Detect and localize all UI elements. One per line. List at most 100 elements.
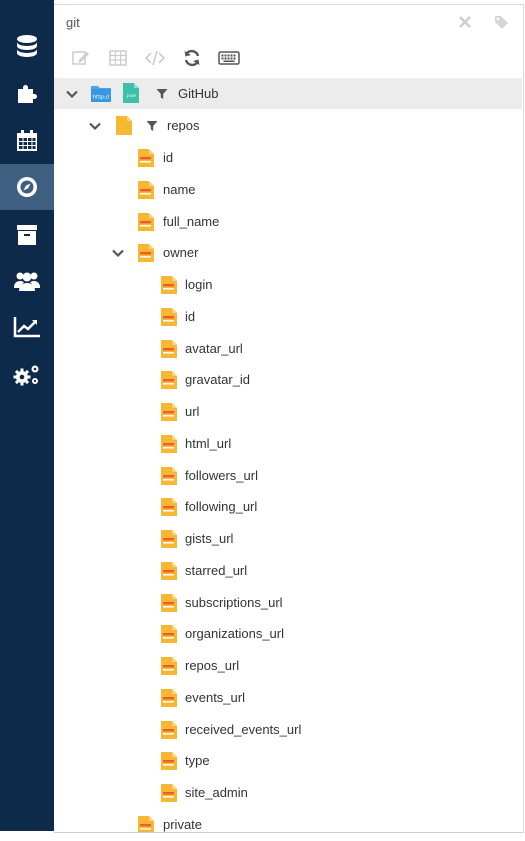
refresh-button[interactable] xyxy=(183,49,201,67)
tree-node-owner[interactable]: owner xyxy=(54,237,522,268)
tree-field-label: following_url xyxy=(185,499,258,514)
tree-field-row[interactable]: login xyxy=(54,269,522,300)
tree-field-row[interactable]: id xyxy=(54,142,522,173)
tree-field-label: login xyxy=(185,277,213,292)
gears-icon xyxy=(13,365,39,386)
field-icon xyxy=(161,689,177,707)
field-icon xyxy=(161,784,177,802)
tree-field-row[interactable]: avatar_url xyxy=(54,333,522,364)
tree-field-row[interactable]: received_events_url xyxy=(54,714,522,745)
tree-field-label: url xyxy=(185,404,200,419)
edit-button[interactable] xyxy=(72,49,90,67)
explorer-panel: git http:// .json GitHub repos id name f… xyxy=(54,4,524,833)
field-icon xyxy=(161,625,177,643)
nav-item-calendar[interactable] xyxy=(0,118,54,164)
field-icon xyxy=(138,244,154,262)
tree-field-row[interactable]: starred_url xyxy=(54,555,522,586)
tree-field-row[interactable]: gravatar_id xyxy=(54,364,522,395)
keyboard-button[interactable] xyxy=(218,49,240,67)
json-file-icon: .json xyxy=(123,83,139,103)
table-icon xyxy=(109,50,127,66)
tree-field-row[interactable]: site_admin xyxy=(54,777,522,808)
tree-field-label: id xyxy=(185,309,196,324)
field-icon xyxy=(161,594,177,612)
tree-field-label: gravatar_id xyxy=(185,372,251,387)
tree-field-label: starred_url xyxy=(185,563,248,578)
calendar-icon xyxy=(17,130,37,151)
archive-icon xyxy=(17,225,37,245)
object-file-icon xyxy=(116,116,132,135)
json-icon-text: .json xyxy=(126,93,137,99)
field-icon xyxy=(161,498,177,516)
field-icon xyxy=(138,181,154,199)
tree-field-label: full_name xyxy=(163,214,220,229)
tree-field-row[interactable]: subscriptions_url xyxy=(54,587,522,618)
field-icon xyxy=(161,276,177,294)
field-icon xyxy=(138,213,154,231)
field-icon xyxy=(161,467,177,485)
field-icon xyxy=(138,149,154,167)
chevron-down-icon[interactable] xyxy=(65,87,79,101)
http-icon-text: http:// xyxy=(93,95,110,101)
tree-field-row[interactable]: name xyxy=(54,174,522,205)
filter-icon[interactable] xyxy=(146,120,158,132)
chevron-down-icon[interactable] xyxy=(111,246,125,260)
tree-field-label: id xyxy=(163,150,174,165)
nav-item-explore[interactable] xyxy=(0,164,54,210)
field-icon xyxy=(138,816,154,832)
tree-node-label: repos xyxy=(167,118,200,133)
nav-item-settings[interactable] xyxy=(0,352,54,398)
code-view-button[interactable] xyxy=(145,49,165,67)
nav-bottom-gap xyxy=(0,831,54,841)
tree-field-label: site_admin xyxy=(185,785,248,800)
chevron-down-icon[interactable] xyxy=(88,119,102,133)
field-icon xyxy=(161,657,177,675)
tree-field-row[interactable]: id xyxy=(54,301,522,332)
tree-node-github[interactable]: http:// .json GitHub xyxy=(54,78,522,109)
tree-field-label: organizations_url xyxy=(185,626,285,641)
tree-field-row[interactable]: organizations_url xyxy=(54,618,522,649)
field-icon xyxy=(161,340,177,358)
http-folder-icon: http:// xyxy=(91,86,111,102)
close-icon[interactable] xyxy=(458,15,472,29)
tree-field-row[interactable]: events_url xyxy=(54,682,522,713)
field-icon xyxy=(161,371,177,389)
database-icon xyxy=(17,35,37,57)
tree-node-label: GitHub xyxy=(178,86,219,101)
tree-field-label: gists_url xyxy=(185,531,234,546)
tree-node-label: owner xyxy=(163,245,199,260)
tree-field-row[interactable]: type xyxy=(54,745,522,776)
tree-field-row[interactable]: private xyxy=(54,809,522,832)
tree-field-label: private xyxy=(163,817,203,832)
nav-item-archive[interactable] xyxy=(0,212,54,258)
tree-field-label: received_events_url xyxy=(185,722,302,737)
nav-item-plugins[interactable] xyxy=(0,70,54,116)
tree-field-row[interactable]: following_url xyxy=(54,491,522,522)
tree-field-label: name xyxy=(163,182,196,197)
tag-icon[interactable] xyxy=(494,15,510,29)
tree-field-label: subscriptions_url xyxy=(185,595,283,610)
compass-icon xyxy=(17,177,37,197)
tree-field-row[interactable]: html_url xyxy=(54,428,522,459)
tree-field-label: html_url xyxy=(185,436,232,451)
nav-item-analytics[interactable] xyxy=(0,304,54,350)
tree-field-row[interactable]: repos_url xyxy=(54,650,522,681)
tree-field-row[interactable]: url xyxy=(54,396,522,427)
tree-field-row[interactable]: gists_url xyxy=(54,523,522,554)
field-icon xyxy=(161,530,177,548)
tree-field-label: events_url xyxy=(185,690,245,705)
puzzle-icon xyxy=(18,85,37,103)
left-nav xyxy=(0,0,54,831)
table-view-button[interactable] xyxy=(109,49,127,67)
nav-item-users[interactable] xyxy=(0,258,54,304)
field-icon xyxy=(161,308,177,326)
tree-field-row[interactable]: followers_url xyxy=(54,460,522,491)
panel-title: git xyxy=(66,15,80,30)
nav-item-database[interactable] xyxy=(0,24,54,70)
tree-field-label: type xyxy=(185,753,210,768)
tree-node-repos[interactable]: repos xyxy=(54,110,522,141)
tree-field-label: followers_url xyxy=(185,468,258,483)
tree-field-row[interactable]: full_name xyxy=(54,206,522,237)
refresh-icon xyxy=(184,49,200,67)
filter-icon[interactable] xyxy=(156,88,168,100)
